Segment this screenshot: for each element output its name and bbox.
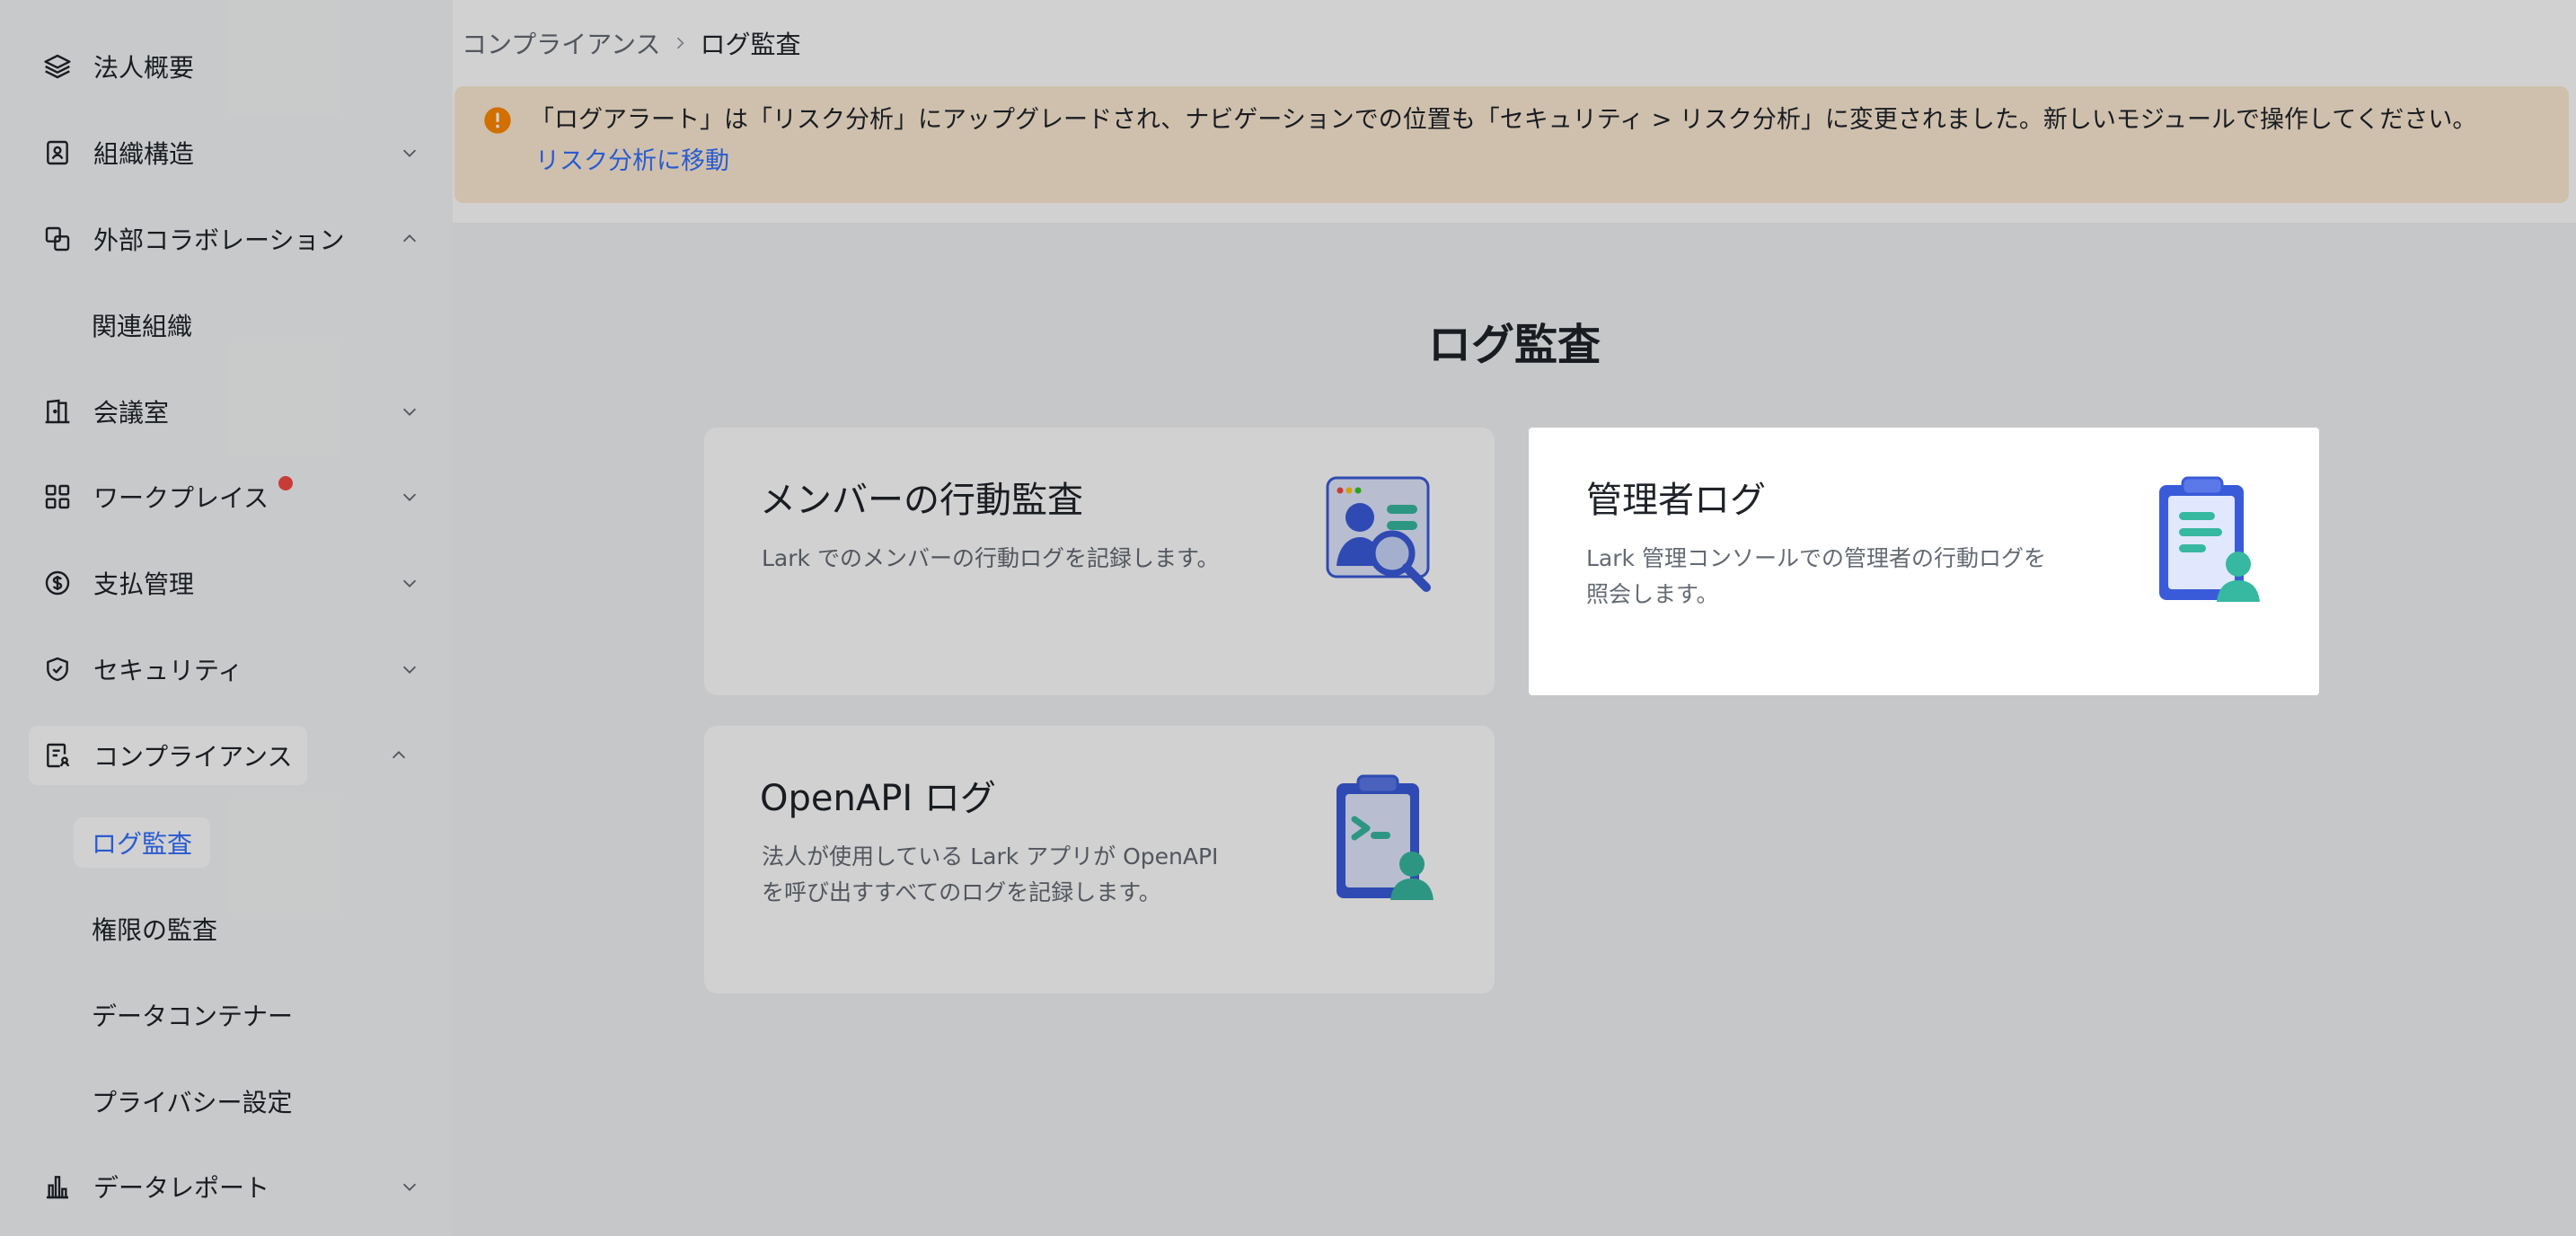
sidebar-item-label: 法人概要 — [93, 53, 195, 83]
door-icon — [41, 395, 74, 428]
sidebar-item-data-report[interactable]: データレポート — [29, 1157, 424, 1216]
card-title: 管理者ログ — [1586, 480, 1766, 521]
sidebar-subitem-permission-audit[interactable]: 権限の監査 — [92, 904, 217, 954]
chevron-right-icon — [671, 34, 689, 52]
card-title: OpenAPI ログ — [760, 778, 996, 819]
compliance-doc-icon — [41, 739, 74, 772]
breadcrumb-current: ログ監査 — [700, 30, 801, 59]
page-title: ログ監査 — [1427, 320, 1601, 370]
chevron-down-icon[interactable] — [397, 1174, 422, 1199]
dollar-circle-icon — [41, 567, 74, 599]
member-search-illustration — [1319, 467, 1444, 611]
sidebar-item-compliance[interactable]: コンプライアンス — [29, 726, 307, 785]
sidebar-item-label: セキュリティ — [93, 656, 243, 685]
sidebar-item-security[interactable]: セキュリティ — [29, 640, 424, 699]
link-squares-icon — [41, 223, 74, 255]
go-to-risk-analysis-link[interactable]: リスク分析に移動 — [535, 144, 729, 180]
sidebar-subitem-privacy-settings[interactable]: プライバシー設定 — [92, 1076, 292, 1126]
alert-message: 「ログアラート」は「リスク分析」にアップグレードされ、ナビゲーションでの位置も「… — [530, 106, 2477, 134]
grid-icon — [41, 481, 74, 513]
app-page: 法人概要 組織構造 外部コラボレーション 関連組織 会議室 ワークプレイス 支払… — [0, 0, 2576, 1236]
sidebar-item-label: 支払管理 — [93, 569, 195, 599]
sidebar-item-org-structure[interactable]: 組織構造 — [29, 123, 424, 182]
member-activity-audit-card[interactable]: メンバーの行動監査 Lark でのメンバーの行動ログを記録します。 — [704, 428, 1495, 695]
sidebar: 法人概要 組織構造 外部コラボレーション 関連組織 会議室 ワークプレイス 支払… — [0, 0, 453, 1236]
chevron-down-icon[interactable] — [397, 399, 422, 424]
bar-chart-icon — [41, 1170, 74, 1203]
admin-clipboard-illustration — [2143, 467, 2269, 611]
card-description: Lark 管理コンソールでの管理者の行動ログを照会します。 — [1586, 545, 2046, 607]
sidebar-item-label: データレポート — [93, 1173, 270, 1203]
chevron-down-icon[interactable] — [397, 570, 422, 596]
chevron-up-icon[interactable] — [397, 226, 422, 252]
chevron-down-icon[interactable] — [397, 140, 422, 165]
shield-check-icon — [41, 653, 74, 685]
sidebar-item-corporate-overview[interactable]: 法人概要 — [29, 37, 424, 96]
api-clipboard-illustration — [1319, 765, 1444, 909]
chevron-up-icon[interactable] — [386, 743, 411, 768]
sidebar-item-label: 会議室 — [93, 398, 170, 428]
upgrade-alert-banner: 「ログアラート」は「リスク分析」にアップグレードされ、ナビゲーションでの位置も「… — [454, 86, 2569, 203]
notification-dot — [278, 476, 293, 490]
breadcrumb: コンプライアンス ログ監査 — [462, 25, 801, 61]
card-title: メンバーの行動監査 — [760, 480, 1083, 521]
chevron-down-icon[interactable] — [397, 657, 422, 682]
sidebar-subitem-related-orgs[interactable]: 関連組織 — [92, 300, 192, 350]
card-description: Lark でのメンバーの行動ログを記録します。 — [762, 545, 1220, 571]
layers-icon — [41, 50, 74, 83]
breadcrumb-parent[interactable]: コンプライアンス — [462, 25, 660, 61]
sidebar-item-external-collab[interactable]: 外部コラボレーション — [29, 209, 424, 269]
sidebar-subitem-data-container[interactable]: データコンテナー — [92, 990, 293, 1040]
sidebar-item-billing[interactable]: 支払管理 — [29, 553, 424, 613]
admin-log-card[interactable]: 管理者ログ Lark 管理コンソールでの管理者の行動ログを照会します。 — [1529, 428, 2319, 695]
card-description: 法人が使用している Lark アプリが OpenAPI を呼び出すすべてのログを… — [762, 843, 1219, 905]
org-badge-icon — [41, 137, 74, 169]
sidebar-item-label: ワークプレイス — [93, 483, 269, 513]
log-audit-panel: ログ監査 メンバーの行動監査 Lark でのメンバーの行動ログを記録します。 O… — [453, 223, 2576, 1236]
sidebar-item-label: 外部コラボレーション — [93, 225, 345, 255]
sidebar-item-meeting-rooms[interactable]: 会議室 — [29, 382, 424, 441]
sidebar-item-label: コンプライアンス — [93, 742, 293, 772]
openapi-log-card[interactable]: OpenAPI ログ 法人が使用している Lark アプリが OpenAPI を… — [704, 726, 1495, 993]
sidebar-item-workplace[interactable]: ワークプレイス — [29, 467, 424, 526]
chevron-down-icon[interactable] — [397, 484, 422, 509]
sidebar-item-label: 組織構造 — [93, 139, 195, 169]
sidebar-subitem-log-audit[interactable]: ログ監査 — [74, 817, 211, 868]
warning-icon — [483, 106, 512, 135]
